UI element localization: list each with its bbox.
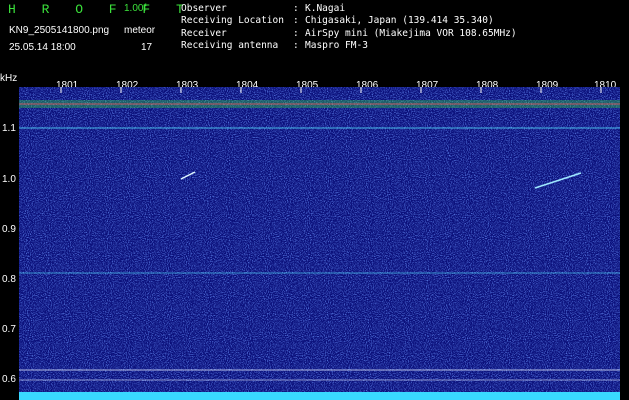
spectrogram: [19, 87, 620, 400]
info-value: Chigasaki, Japan (139.414 35.340): [305, 15, 494, 27]
date-time: 25.05.14 18:00: [9, 42, 76, 53]
info-value: Maspro FM-3: [305, 39, 368, 51]
info-key: Observer: [181, 3, 227, 14]
info-key: Receiving antenna: [181, 39, 279, 51]
version-label: 1.00f: [124, 3, 147, 14]
info-key: Receiver: [181, 27, 227, 39]
app-logo: H R O F F T: [8, 2, 193, 17]
meteor-count: 17: [141, 42, 153, 53]
mode-label: meteor: [124, 25, 156, 36]
info-value: AirSpy mini (Miakejima VOR 108.65MHz): [305, 27, 517, 39]
file-name: KN9_2505141800.png: [9, 25, 110, 36]
info-row-location: Receiving Location: Chigasaki, Japan (13…: [181, 15, 494, 27]
freq-tick-label: 0.8: [2, 274, 16, 285]
freq-tick-label: 1.0: [2, 174, 16, 185]
info-row-receiver: Receiver: AirSpy mini (Miakejima VOR 108…: [181, 27, 517, 39]
info-value: K.Nagai: [305, 3, 346, 14]
freq-tick-label: 0.6: [2, 374, 16, 385]
info-row-observer: Observer: K.Nagai: [181, 3, 346, 14]
freq-tick-label: 0.9: [2, 224, 16, 235]
noise-layer: [19, 87, 620, 400]
observation-info: Observer: K.Nagai Receiving Location: Ch…: [181, 3, 517, 52]
header-panel: H R O F F T 1.00f KN9_2505141800.png met…: [0, 0, 629, 75]
freq-tick-label: 1.1: [2, 123, 16, 134]
freq-tick-label: 0.7: [2, 324, 16, 335]
bottom-strip: [19, 392, 620, 400]
info-row-antenna: Receiving antenna: Maspro FM-3: [181, 39, 368, 51]
spectrogram-canvas: [19, 87, 620, 400]
info-key: Receiving Location: [181, 15, 284, 27]
